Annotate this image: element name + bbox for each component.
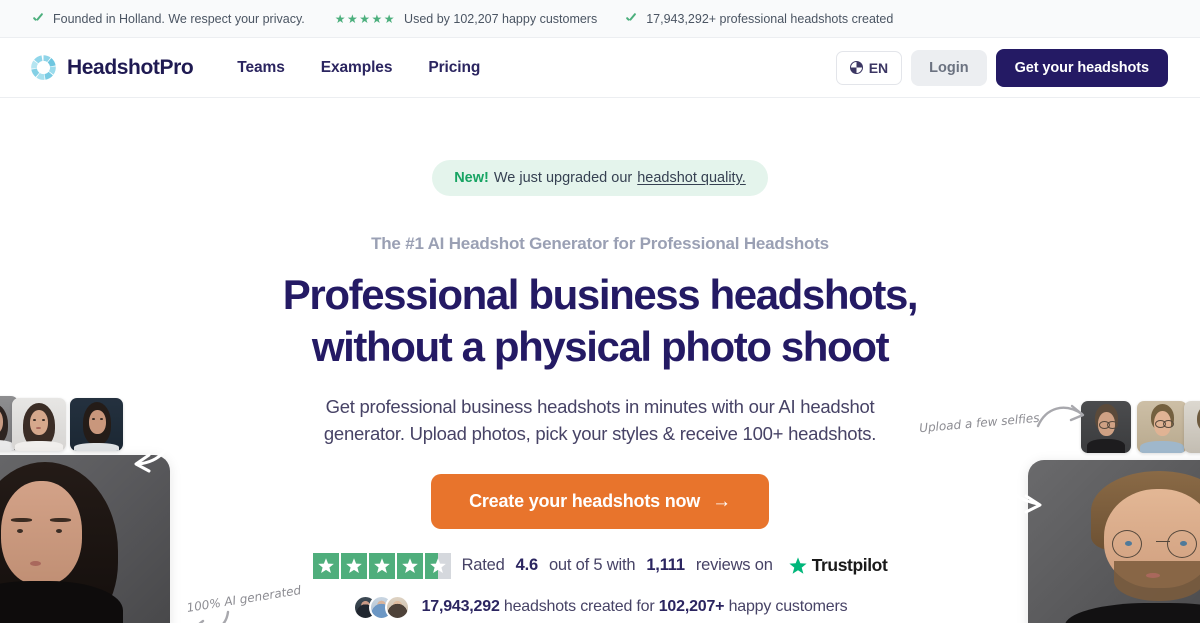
header-actions: EN Login Get your headshots [835, 48, 1168, 87]
page-title: Professional business headshots, without… [282, 271, 919, 370]
check-icon [625, 12, 638, 25]
new-banner-text: We just upgraded our [493, 170, 633, 186]
stars-icon: ★★★★★ [334, 11, 397, 26]
selfie-thumbnail [1184, 401, 1200, 453]
trustpilot-star-icon [340, 552, 367, 579]
hero-eyebrow: The #1 AI Headshot Generator for Profess… [371, 234, 829, 253]
social-proof-stats: 17,943,292 headshots created for 102,207… [352, 594, 848, 620]
announcement-text-privacy: Founded in Holland. We respect your priv… [53, 11, 305, 26]
brand-name: HeadshotPro [67, 55, 194, 79]
trustpilot-star-half-icon [424, 552, 451, 579]
language-label: EN [868, 59, 889, 76]
language-selector[interactable]: EN [835, 50, 903, 85]
new-feature-banner[interactable]: New! We just upgraded our headshot quali… [432, 160, 768, 196]
headline-line-2: without a physical photo shoot [311, 323, 890, 370]
stats-customer-count: 102,207+ [658, 598, 725, 616]
announcement-item-headshots: 17,943,292+ professional headshots creat… [625, 12, 893, 26]
stats-headshot-count: 17,943,292 [421, 598, 500, 616]
trustpilot-star-icon [789, 557, 807, 574]
hero-subheading: Get professional business headshots in m… [323, 396, 877, 444]
arrow-annotation-icon [994, 452, 1042, 514]
login-button[interactable]: Login [911, 49, 987, 86]
rating-review-count: 1,111 [646, 556, 685, 575]
arrow-right-icon: → [712, 490, 731, 512]
headshotpro-logo-icon [30, 54, 57, 81]
arrow-annotation-icon [1036, 404, 1085, 428]
stats-mid-text: headshots created for [503, 598, 655, 616]
site-header: HeadshotPro Teams Examples Pricing EN Lo… [0, 38, 1200, 98]
avatar-group [352, 594, 410, 620]
arrow-annotation-icon [134, 426, 173, 473]
generated-headshot-large [0, 455, 170, 623]
stats-end-text: happy customers [728, 598, 848, 616]
selfie-thumbnail [12, 398, 66, 451]
trustpilot-star-icon [312, 552, 339, 579]
new-badge-label: New! [454, 170, 489, 186]
check-icon [32, 12, 45, 25]
rating-suffix: reviews on [695, 556, 773, 575]
avatar [384, 594, 410, 620]
page-root: Founded in Holland. We respect your priv… [0, 0, 1200, 623]
create-headshots-label: Create your headshots now [469, 490, 701, 511]
announcement-text-headshots: 17,943,292+ professional headshots creat… [646, 11, 894, 26]
selfie-thumbnail [1137, 401, 1187, 453]
annotation-upload-selfies: Upload a few selfies [918, 410, 1041, 436]
brand-logo[interactable]: HeadshotPro [30, 54, 194, 81]
nav-item-teams[interactable]: Teams [237, 59, 285, 77]
rating-score: 4.6 [515, 556, 539, 575]
trustpilot-star-icon [368, 552, 395, 579]
arrow-annotation-icon [198, 610, 230, 623]
headline-line-1: Professional business headshots, [282, 271, 919, 318]
trustpilot-brand[interactable]: Trustpilot [788, 555, 888, 576]
nav-item-examples[interactable]: Examples [321, 59, 393, 77]
nav-item-pricing[interactable]: Pricing [428, 59, 480, 77]
trustpilot-star-icon [396, 552, 423, 579]
main-navigation: Teams Examples Pricing [237, 59, 480, 77]
announcement-item-customers: ★★★★★ Used by 102,207 happy customers [335, 12, 597, 26]
trustpilot-rating: Rated 4.6 out of 5 with 1,111 reviews on… [312, 552, 888, 579]
headshot-quality-link[interactable]: headshot quality. [637, 170, 746, 186]
trustpilot-stars [312, 552, 451, 579]
globe-icon [849, 61, 863, 74]
trustpilot-brand-label: Trustpilot [811, 555, 888, 576]
generated-headshot-large [1028, 460, 1200, 623]
left-photo-collage: 100% AI generated [0, 98, 330, 623]
rating-middle: out of 5 with [548, 556, 636, 575]
hero-section: 100% AI generated Upload a few selfies N… [0, 98, 1200, 623]
rating-prefix: Rated [461, 556, 505, 575]
right-photo-collage: Upload a few selfies [870, 98, 1200, 623]
stats-text: 17,943,292 headshots created for 102,207… [422, 598, 848, 616]
create-headshots-button[interactable]: Create your headshots now → [431, 473, 769, 529]
announcement-text-customers: Used by 102,207 happy customers [404, 11, 598, 26]
announcement-bar: Founded in Holland. We respect your priv… [0, 0, 1200, 38]
get-headshots-button[interactable]: Get your headshots [995, 48, 1168, 87]
announcement-item-privacy: Founded in Holland. We respect your priv… [32, 12, 305, 26]
